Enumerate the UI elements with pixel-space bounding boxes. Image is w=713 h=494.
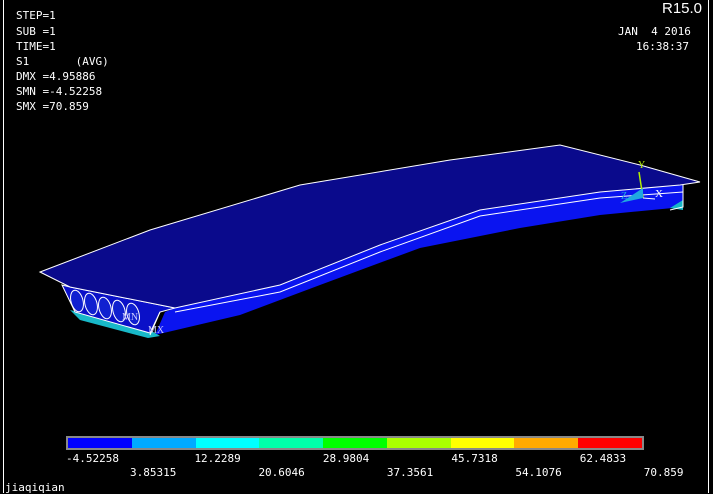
legend-label-lower: 70.859 — [643, 466, 684, 479]
footer-title: jiaqiqian — [5, 481, 65, 494]
min-marker: MN — [122, 312, 138, 323]
x-axis-label: X — [655, 188, 663, 200]
contour-legend-bar — [66, 436, 644, 450]
legend-swatch — [514, 438, 579, 448]
y-axis-label: Y — [638, 160, 645, 171]
model-viewport[interactable]: MN MX Y X Z — [0, 0, 713, 493]
legend-swatch — [386, 438, 451, 448]
legend-label-lower: 20.6046 — [258, 466, 305, 479]
legend-label-lower: 37.3561 — [386, 466, 434, 479]
legend-label-upper: -4.52258 — [66, 452, 119, 465]
legend-label-upper: 28.9804 — [322, 452, 370, 465]
legend-swatch — [450, 438, 515, 448]
legend-label-upper: 12.2289 — [194, 452, 241, 465]
legend-label-upper: 62.4833 — [579, 452, 627, 465]
legend-swatch — [323, 438, 387, 448]
max-marker: MX — [148, 325, 165, 336]
legend-swatch — [259, 438, 324, 448]
beam-top-deck — [38, 144, 701, 309]
legend-swatch — [578, 438, 643, 448]
legend-swatch — [68, 438, 132, 448]
z-axis-label: Z — [621, 191, 627, 202]
legend-label-lower: 3.85315 — [130, 466, 177, 479]
legend-swatch — [195, 438, 260, 448]
legend-swatch — [131, 438, 196, 448]
legend-label-upper: 45.7318 — [451, 452, 498, 465]
legend-label-lower: 54.1076 — [515, 466, 562, 479]
